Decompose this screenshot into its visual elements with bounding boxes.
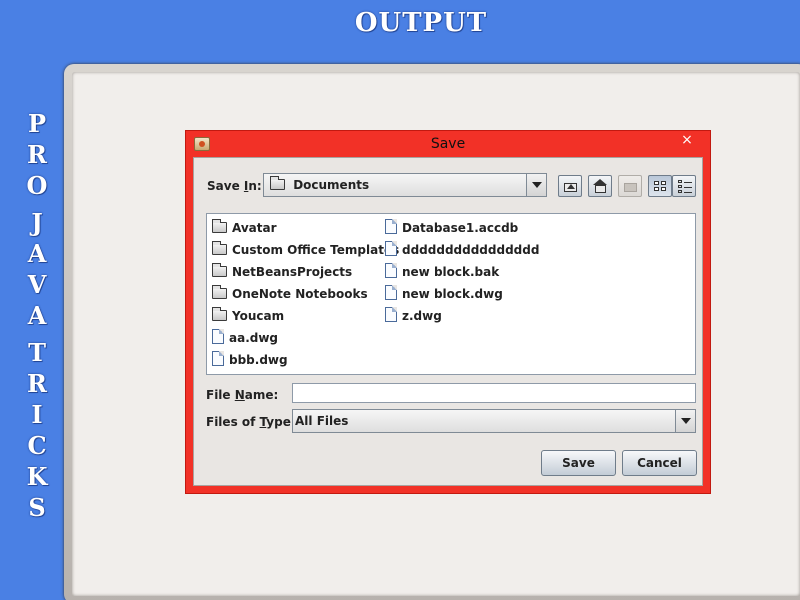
- files-of-type-label: Files of Type:: [206, 415, 296, 429]
- list-view-icon: [654, 181, 667, 192]
- chevron-down-icon[interactable]: [675, 410, 695, 432]
- brand-word-java: JAVA: [27, 208, 47, 330]
- brand-word-tricks: TRICKS: [26, 338, 48, 522]
- close-button[interactable]: ×: [670, 132, 704, 150]
- list-view-button[interactable]: [648, 175, 672, 197]
- list-item[interactable]: Avatar: [212, 217, 399, 239]
- file-icon: [212, 351, 224, 366]
- chevron-down-icon[interactable]: [526, 174, 546, 196]
- list-item[interactable]: new block.bak: [385, 261, 539, 283]
- file-icon: [385, 263, 397, 278]
- details-view-icon: [678, 180, 692, 193]
- cancel-button[interactable]: Cancel: [622, 450, 697, 476]
- file-icon: [385, 307, 397, 322]
- list-item[interactable]: aa.dwg: [212, 327, 399, 349]
- folder-icon: [212, 307, 227, 321]
- list-item[interactable]: new block.dwg: [385, 283, 539, 305]
- list-item[interactable]: z.dwg: [385, 305, 539, 327]
- file-icon: [385, 219, 397, 234]
- new-folder-icon: [624, 183, 637, 192]
- save-dialog: Save × Save In: Documents Avatar Custom …: [185, 130, 711, 494]
- up-one-level-button[interactable]: [558, 175, 582, 197]
- save-in-combo[interactable]: Documents: [263, 173, 547, 197]
- up-one-level-icon: [564, 183, 577, 192]
- list-item[interactable]: OneNote Notebooks: [212, 283, 399, 305]
- save-button[interactable]: Save: [541, 450, 616, 476]
- file-list-column-2: Database1.accdb dddddddddddddddd new blo…: [385, 217, 539, 327]
- list-item[interactable]: Custom Office Templates: [212, 239, 399, 261]
- files-of-type-combo[interactable]: All Files: [292, 409, 696, 433]
- list-item[interactable]: Database1.accdb: [385, 217, 539, 239]
- file-icon: [385, 285, 397, 300]
- brand-word-pro: PRO: [26, 109, 48, 200]
- close-icon: ×: [681, 132, 693, 148]
- file-list[interactable]: Avatar Custom Office Templates NetBeansP…: [206, 213, 696, 375]
- list-item[interactable]: NetBeansProjects: [212, 261, 399, 283]
- dialog-client-area: Save In: Documents Avatar Custom Office …: [193, 157, 703, 486]
- details-view-button[interactable]: [672, 175, 696, 197]
- file-icon: [212, 329, 224, 344]
- vertical-brand: PRO JAVA TRICKS: [18, 108, 56, 529]
- dialog-titlebar[interactable]: Save ×: [186, 131, 710, 157]
- banner-title: OUTPUT: [354, 8, 488, 38]
- file-list-column-1: Avatar Custom Office Templates NetBeansP…: [212, 217, 399, 371]
- dialog-title: Save: [430, 136, 466, 152]
- save-in-value: Documents: [270, 176, 369, 192]
- file-name-label: File Name:: [206, 388, 279, 402]
- new-folder-button[interactable]: [618, 175, 642, 197]
- folder-icon: [212, 219, 227, 233]
- folder-icon: [212, 241, 227, 255]
- list-item[interactable]: Youcam: [212, 305, 399, 327]
- folder-icon: [212, 285, 227, 299]
- home-icon: [593, 179, 607, 193]
- folder-icon: [212, 263, 227, 277]
- file-icon: [385, 241, 397, 256]
- save-in-label: Save In:: [207, 179, 262, 193]
- home-button[interactable]: [588, 175, 612, 197]
- folder-icon: [270, 176, 285, 190]
- file-name-field[interactable]: [292, 383, 696, 403]
- list-item[interactable]: bbb.dwg: [212, 349, 399, 371]
- list-item[interactable]: dddddddddddddddd: [385, 239, 539, 261]
- files-of-type-value: All Files: [295, 414, 349, 428]
